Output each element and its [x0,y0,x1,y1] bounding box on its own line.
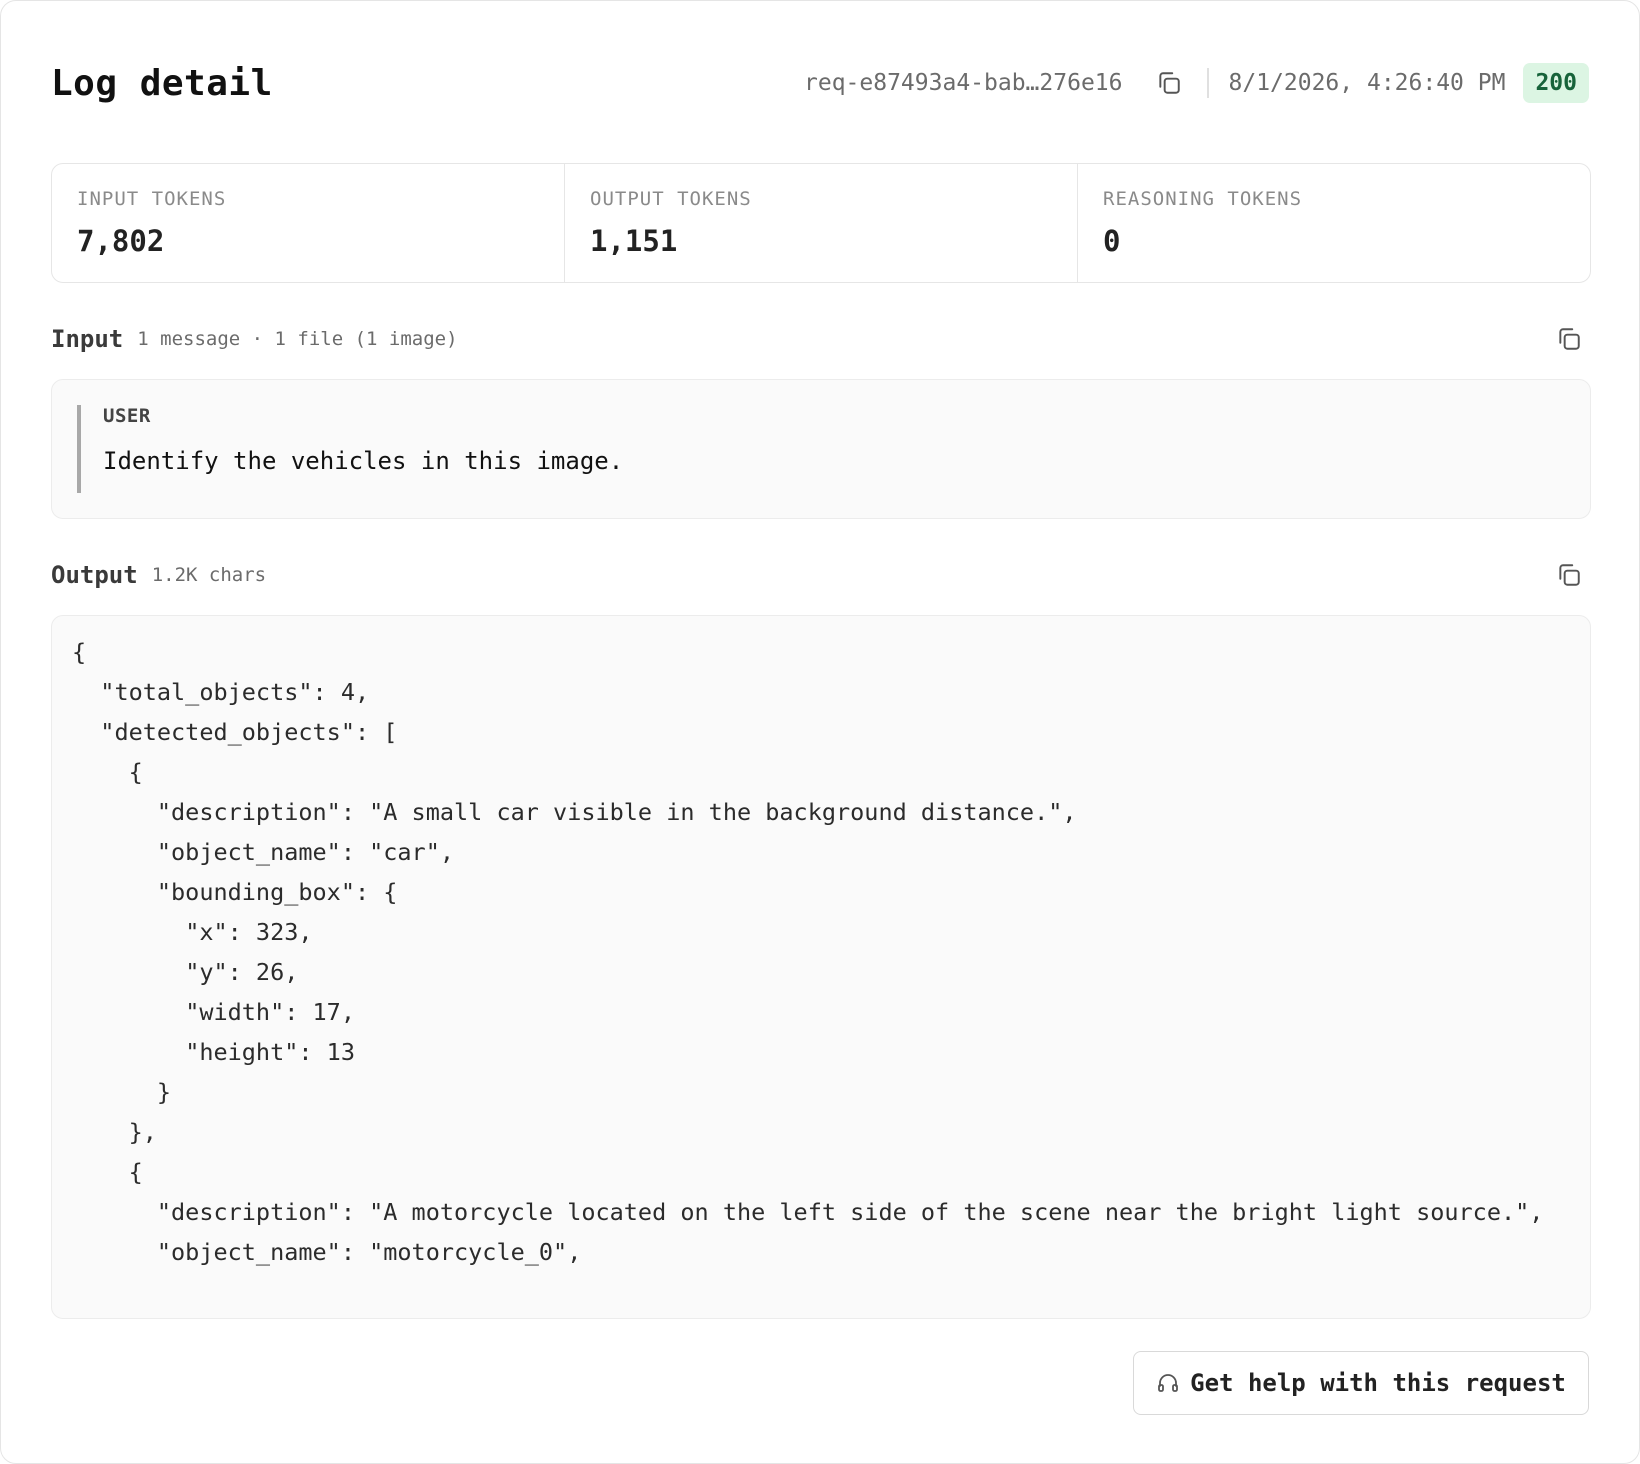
copy-output-button[interactable] [1549,555,1589,595]
timestamp: 8/1/2026, 4:26:40 PM [1228,70,1506,96]
token-stats: INPUT TOKENS 7,802 OUTPUT TOKENS 1,151 R… [51,163,1591,283]
stat-value: 7,802 [77,224,165,258]
get-help-button[interactable]: Get help with this request [1133,1351,1589,1415]
output-code: { "total_objects": 4, "detected_objects"… [72,638,1544,1266]
output-section-header: Output 1.2K chars [51,555,1589,595]
stat-input-tokens: INPUT TOKENS 7,802 [52,164,565,282]
copy-icon [1158,72,1180,94]
copy-input-button[interactable] [1549,319,1589,359]
header-divider [1206,68,1209,98]
message-text: Identify the vehicles in this image. [103,447,624,475]
input-title: Input [51,325,124,353]
output-meta: 1.2K chars [151,564,267,586]
output-title: Output [51,561,138,589]
stat-value: 0 [1103,224,1121,258]
input-meta: 1 message · 1 file (1 image) [137,328,458,350]
copy-icon [1559,564,1580,586]
stat-label: INPUT TOKENS [77,188,227,210]
input-section-header: Input 1 message · 1 file (1 image) [51,319,1589,359]
page-title: Log detail [51,62,273,104]
status-badge: 200 [1523,63,1589,103]
header: Log detail req-e87493a4-bab…276e16 8/1/2… [51,53,1589,113]
stat-value: 1,151 [590,224,678,258]
headset-icon [1158,1374,1179,1392]
request-id: req-e87493a4-bab…276e16 [804,70,1123,96]
copy-request-id-button[interactable] [1149,63,1189,103]
stat-label: REASONING TOKENS [1103,188,1303,210]
help-button-label: Get help with this request [1190,1369,1566,1397]
stat-output-tokens: OUTPUT TOKENS 1,151 [565,164,1078,282]
output-code-box[interactable]: { "total_objects": 4, "detected_objects"… [51,615,1591,1319]
input-messages: USER Identify the vehicles in this image… [51,379,1591,519]
message-user: USER Identify the vehicles in this image… [77,405,623,493]
stat-reasoning-tokens: REASONING TOKENS 0 [1078,164,1590,282]
log-detail-panel: Log detail req-e87493a4-bab…276e16 8/1/2… [0,0,1640,1464]
header-meta: req-e87493a4-bab…276e16 8/1/2026, 4:26:4… [804,63,1589,103]
stat-label: OUTPUT TOKENS [590,188,752,210]
message-role: USER [103,405,151,427]
copy-icon [1559,328,1580,350]
